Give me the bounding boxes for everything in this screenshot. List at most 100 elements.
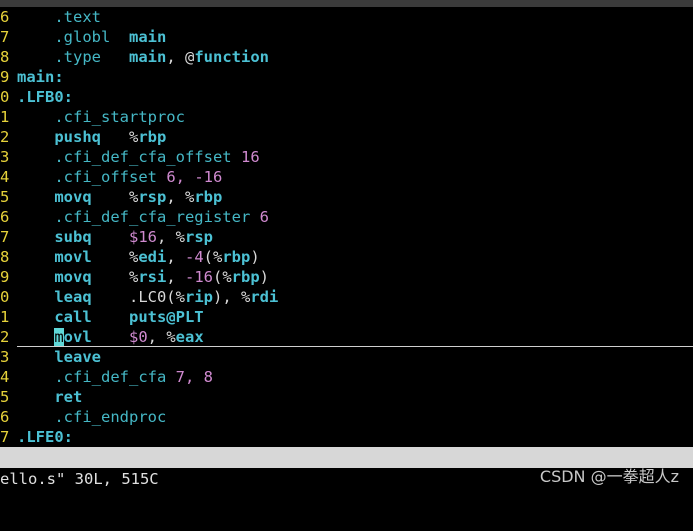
code-line[interactable]: 0 leaq .LC0(%rip), %rdi [0,287,693,307]
code-text: .LFB0: [17,87,73,107]
window-top-bar [0,0,693,7]
line-number: 6 [0,208,10,226]
code-token: rbp [138,128,167,146]
code-line[interactable]: 9 main: [0,67,693,87]
line-number: 7 [0,428,10,446]
code-token: .cfi_offset [54,168,157,186]
code-token: , % [147,328,176,346]
code-token: , @ [166,48,195,66]
code-text: .cfi_startproc [17,107,185,127]
code-token: rsp [138,188,167,206]
code-line[interactable]: 4 .cfi_def_cfa 7, 8 [0,367,693,387]
code-token: rsp [184,228,213,246]
code-line[interactable]: 2 pushq %rbp [0,127,693,147]
code-line[interactable]: 8 movl %edi, -4(%rbp) [0,247,693,267]
code-token: rbp [194,188,223,206]
code-line[interactable]: 0 .LFB0: [0,87,693,107]
code-token: , % [166,188,195,206]
code-token: % [101,128,139,146]
code-token: movq [54,268,92,286]
line-number: 2 [0,328,10,346]
code-line[interactable]: 8 .type main, @function [0,47,693,67]
code-token: rsi [138,268,167,286]
code-line[interactable]: 7 .globl main [0,27,693,47]
code-line[interactable]: 6 .text [0,7,693,27]
code-line[interactable]: 7 subq $16, %rsp [0,227,693,247]
code-text: .globl main [17,27,166,47]
line-number: 6 [0,8,10,26]
code-token: ret [54,388,83,406]
code-token: pushq [54,128,101,146]
code-token: main [129,48,167,66]
code-token: subq [54,228,92,246]
editor-buffer[interactable]: 6 .text 7 .globl main 8 .type main, @funct… [0,7,693,447]
line-number: 4 [0,368,10,386]
code-token: movl [54,248,92,266]
code-token: rdi [250,288,279,306]
code-token: 6, -16 [166,168,223,186]
code-token: .cfi_endproc [54,408,167,426]
code-token: % [91,188,139,206]
line-number: 9 [0,268,10,286]
code-text: .cfi_offset 6, -16 [17,167,222,187]
code-text: movl $0, %eax [17,327,204,347]
code-line[interactable]: 4 .cfi_offset 6, -16 [0,167,693,187]
code-token: ) [259,268,270,286]
code-token: .cfi_def_cfa_register [54,208,251,226]
code-token: leave [54,348,101,366]
line-number: 3 [0,148,10,166]
code-token: main [129,28,167,46]
code-line[interactable]: 3 .cfi_def_cfa_offset 16 [0,147,693,167]
code-text: ret [17,387,82,407]
code-line[interactable]: 6 .cfi_def_cfa_register 6 [0,207,693,227]
line-number: 1 [0,308,10,326]
code-line[interactable]: 9 movq %rsi, -16(%rbp) [0,267,693,287]
code-line[interactable]: 5 movq %rsp, %rbp [0,187,693,207]
code-token: .cfi_def_cfa_offset [54,148,232,166]
line-number: 7 [0,228,10,246]
code-token: ) [250,248,260,266]
code-line[interactable]: 5 ret [0,387,693,407]
code-line[interactable]: 7 .LFE0: [0,427,693,447]
code-text: pushq %rbp [17,127,166,147]
code-line[interactable]: 2 movl $0, %eax [0,327,693,347]
code-token: call [54,308,92,326]
line-number: 1 [0,108,10,126]
line-number: 5 [0,388,10,406]
code-line[interactable]: 3 leave [0,347,693,367]
code-text: call puts@PLT [17,307,203,327]
code-token: -4 [185,248,204,266]
code-line[interactable]: 6 .cfi_endproc [0,407,693,427]
code-text: .cfi_def_cfa 7, 8 [17,367,213,387]
code-token: eax [175,328,204,346]
code-token: 16 [240,148,260,166]
code-token: $0 [129,328,148,346]
code-token: ovl [63,328,92,346]
line-number: 6 [0,408,10,426]
code-line[interactable]: 1 call puts@PLT [0,307,693,327]
code-token: ), % [212,288,251,306]
code-line[interactable]: 1 .cfi_startproc [0,107,693,127]
code-token: , [166,248,185,266]
code-token: rbp [222,248,251,266]
code-token: leaq [54,288,92,306]
code-token: movq [54,188,92,206]
line-number: 8 [0,248,10,266]
watermark: CSDN @一拳超人z [539,467,679,486]
status-cursor-position: 22,2-5 [538,490,594,508]
